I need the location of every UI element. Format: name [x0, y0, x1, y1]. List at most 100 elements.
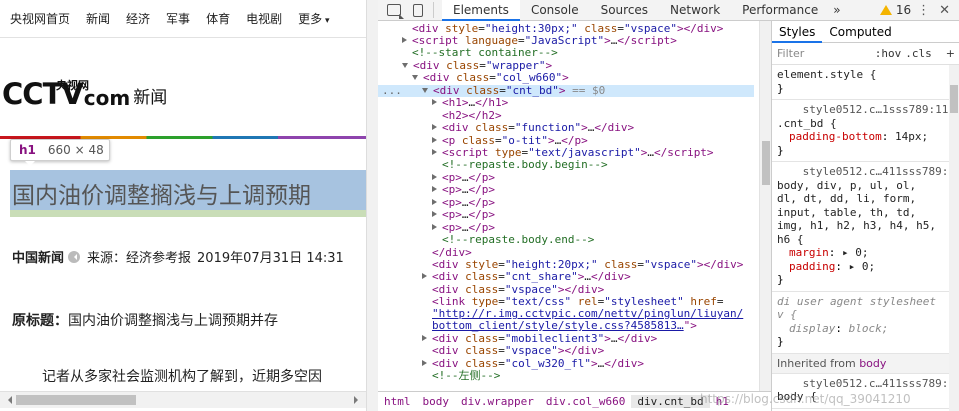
scroll-left-icon[interactable]: [4, 396, 12, 404]
rule-user-agent[interactable]: di user agent stylesheet v { display: bl…: [772, 292, 959, 354]
nav-link-military[interactable]: 军事: [166, 10, 190, 27]
watermark: https://blog.csdn.net/qq_39041210: [700, 392, 911, 406]
scroll-thumb[interactable]: [16, 395, 136, 405]
dom-node[interactable]: <div class="col_w660">: [378, 71, 754, 84]
scroll-right-icon[interactable]: [354, 396, 362, 404]
tab-computed[interactable]: Computed: [822, 21, 898, 43]
tab-sources[interactable]: Sources: [590, 0, 659, 21]
nav-link-sports[interactable]: 体育: [206, 10, 230, 27]
expand-arrow-icon[interactable]: [432, 174, 437, 180]
kebab-menu-icon[interactable]: ⋮: [917, 3, 930, 18]
rule-source-link[interactable]: style0512.c…1sss789:115: [803, 103, 955, 117]
styles-scrollbar[interactable]: [949, 65, 959, 411]
dom-node[interactable]: <p>…</p>: [378, 171, 754, 184]
add-rule-button[interactable]: +: [946, 47, 955, 60]
css-property[interactable]: padding: [789, 260, 835, 273]
css-property[interactable]: margin: [789, 246, 829, 259]
expand-arrow-icon[interactable]: [432, 224, 437, 230]
expand-arrow-icon[interactable]: [402, 37, 407, 43]
web-page-viewport: 央视网首页 新闻 经济 军事 体育 电视剧 更多 CCTV com 央视网 新闻…: [0, 0, 366, 411]
rule-cnt-bd[interactable]: style0512.c…1sss789:115 .cnt_bd { paddin…: [772, 100, 959, 162]
tab-network[interactable]: Network: [659, 0, 731, 21]
styles-filter-bar: Filter :hov .cls +: [772, 43, 959, 65]
article-source-line: 中国新闻 来源：经济参考报 2019年07月31日 14:31: [12, 247, 350, 266]
close-icon[interactable]: ✕: [939, 3, 950, 18]
warning-count: 16: [895, 3, 912, 17]
styles-filter-input[interactable]: Filter: [777, 47, 804, 60]
page-vertical-scrollbar[interactable]: [366, 0, 378, 411]
rule-selector: input, table, th, td,: [777, 205, 917, 219]
play-circle-icon[interactable]: [68, 250, 81, 263]
rule-selector: v {: [777, 308, 797, 321]
rule-selector: h6 {: [777, 232, 804, 246]
cctv-logo[interactable]: CCTV com 央视网 新闻: [2, 79, 168, 109]
warnings-badge[interactable]: 16: [879, 3, 912, 17]
logo-news-text: 新闻: [133, 88, 168, 108]
tab-performance[interactable]: Performance: [731, 0, 829, 21]
expand-arrow-icon[interactable]: [432, 199, 437, 205]
tab-styles[interactable]: Styles: [772, 21, 823, 43]
dom-tree-scrollbar[interactable]: [759, 21, 771, 391]
css-value[interactable]: 14px;: [895, 130, 928, 143]
hover-state-toggle[interactable]: :hov: [875, 47, 902, 60]
expand-arrow-icon[interactable]: [422, 335, 427, 341]
css-property[interactable]: padding-bottom: [789, 130, 882, 143]
rule-source-link[interactable]: style0512.c…411sss789:5: [803, 165, 955, 179]
source-site[interactable]: 中国新闻: [12, 247, 64, 266]
expand-arrow-icon[interactable]: [422, 360, 427, 366]
expand-arrow-icon[interactable]: [432, 186, 437, 192]
rule-element-style[interactable]: element.style { }: [772, 65, 959, 100]
dom-node[interactable]: <!--start container-->: [378, 46, 754, 59]
scroll-thumb[interactable]: [762, 141, 770, 185]
tab-elements[interactable]: Elements: [442, 0, 520, 21]
article-headline: 国内油价调整搁浅与上调预期: [12, 183, 311, 209]
nav-link-more[interactable]: 更多: [298, 10, 329, 27]
dom-node[interactable]: <!--repaste.body.begin-->: [378, 158, 754, 171]
css-value[interactable]: ▸ 0;: [842, 246, 869, 259]
dom-node[interactable]: <p>…</p>: [378, 208, 754, 221]
breadcrumb-col-w660[interactable]: div.col_w660: [540, 395, 631, 408]
collapse-arrow-icon[interactable]: [422, 88, 428, 93]
inspect-element-icon[interactable]: [387, 4, 404, 19]
css-value: block;: [848, 321, 889, 335]
device-toolbar-icon[interactable]: [413, 3, 423, 17]
expand-arrow-icon[interactable]: [432, 99, 437, 105]
breadcrumb-body[interactable]: body: [417, 395, 456, 408]
dom-node[interactable]: <p>…</p>: [378, 183, 754, 196]
page-horizontal-scrollbar[interactable]: [0, 391, 366, 408]
css-value[interactable]: ▸ 0;: [849, 260, 876, 273]
dom-node[interactable]: <div class="cnt_share">…</div>: [378, 270, 754, 283]
nav-link-news[interactable]: 新闻: [86, 10, 110, 27]
expand-arrow-icon[interactable]: [432, 124, 437, 130]
dom-node[interactable]: <!--repaste.body.end-->: [378, 233, 754, 246]
original-title-label: 原标题：: [12, 313, 68, 329]
more-tabs-chevron-icon[interactable]: »: [833, 3, 840, 17]
dom-node[interactable]: <div class="function">…</div>: [378, 121, 754, 134]
breadcrumb-cnt-bd[interactable]: div.cnt_bd: [631, 395, 710, 408]
collapse-arrow-icon[interactable]: [412, 75, 418, 80]
dom-node[interactable]: <!--左侧-->: [378, 369, 754, 382]
expand-arrow-icon[interactable]: [422, 273, 427, 279]
expand-arrow-icon[interactable]: [432, 149, 437, 155]
nav-link-home[interactable]: 央视网首页: [10, 10, 70, 27]
breadcrumb-html[interactable]: html: [378, 395, 417, 408]
rule-source-link[interactable]: style0512.c…411sss789:6: [803, 377, 955, 391]
dom-node[interactable]: <p>…</p>: [378, 196, 754, 209]
scroll-thumb[interactable]: [950, 85, 958, 113]
collapse-arrow-icon[interactable]: [402, 63, 408, 68]
expand-arrow-icon[interactable]: [432, 137, 437, 143]
inherited-tag-link[interactable]: body: [859, 357, 886, 370]
dom-node-selected[interactable]: ... <div class="cnt_bd"> == $0: [378, 84, 754, 98]
nav-link-tv[interactable]: 电视剧: [246, 10, 282, 27]
class-toggle[interactable]: .cls: [905, 47, 932, 60]
dom-node-link[interactable]: bottom_client/style/style.css?4585813…">: [378, 319, 754, 332]
tab-console[interactable]: Console: [520, 0, 590, 21]
dom-node[interactable]: <div class="vspace"></div>: [378, 344, 754, 357]
rule-reset[interactable]: style0512.c…411sss789:5 body, div, p, ul…: [772, 162, 959, 292]
breadcrumb-wrapper[interactable]: div.wrapper: [455, 395, 540, 408]
expand-arrow-icon[interactable]: [432, 211, 437, 217]
tooltip-tag: h1: [19, 143, 36, 157]
nav-link-economy[interactable]: 经济: [126, 10, 150, 27]
inherited-from-header: Inherited from body: [772, 353, 959, 374]
dom-node[interactable]: <h1>…</h1>: [378, 96, 754, 109]
